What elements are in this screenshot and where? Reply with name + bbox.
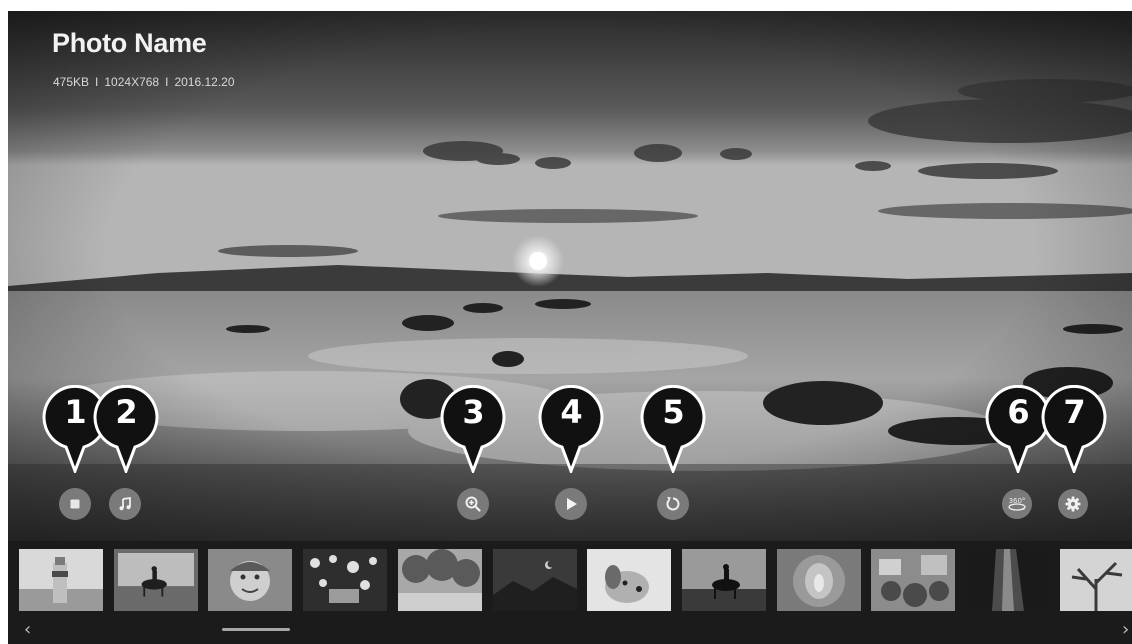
metadata-separator: I	[165, 75, 169, 89]
thumbnail-image	[1060, 549, 1132, 611]
thumbnail-image	[208, 549, 292, 611]
thumbnail-strip: ‹ ›	[8, 541, 1132, 644]
thumbnail-image	[303, 549, 387, 611]
thumbnail-dog[interactable]	[587, 549, 671, 611]
360-view-button[interactable]: 360°	[1002, 489, 1032, 519]
play-icon	[567, 498, 577, 510]
photo-image	[8, 11, 1132, 541]
thumbnail-horse-rider-dark[interactable]	[682, 549, 766, 611]
thumbnail-child-face[interactable]	[208, 549, 292, 611]
thumbnail-image	[587, 549, 671, 611]
thumbnail-trees[interactable]	[398, 549, 482, 611]
photo-display[interactable]	[8, 11, 1132, 541]
zoom-in-icon	[465, 496, 481, 512]
thumbnail-image	[493, 549, 577, 611]
photo-viewer: Photo Name 475KB I 1024X768 I 2016.12.20	[8, 11, 1132, 644]
metadata-separator: I	[95, 75, 99, 89]
thumbnail-image	[118, 553, 194, 607]
thumbnail-garden-houses[interactable]	[871, 549, 955, 611]
thumbnail-image	[682, 549, 766, 611]
photo-date: 2016.12.20	[174, 75, 235, 89]
thumbnail-tunnel-leaves[interactable]	[777, 549, 861, 611]
chevron-right-icon[interactable]: ›	[1122, 621, 1129, 639]
rotate-icon	[666, 497, 680, 511]
settings-button[interactable]	[1058, 489, 1088, 519]
thumbnail-image	[777, 549, 861, 611]
strip-scroll-indicator	[222, 628, 290, 631]
thumbnail-image	[398, 549, 482, 611]
slideshow-play-button[interactable]	[555, 488, 587, 520]
thumbnail-image	[966, 549, 1050, 611]
thumbnail-image	[871, 549, 955, 611]
photo-metadata: 475KB I 1024X768 I 2016.12.20	[53, 75, 235, 89]
thumbnail-horse-rider[interactable]	[114, 549, 198, 611]
thumbnail-flowers-wall[interactable]	[303, 549, 387, 611]
music-note-icon	[119, 496, 131, 511]
thumbnail-waterfall-dark[interactable]	[966, 549, 1050, 611]
background-music-button[interactable]	[109, 488, 141, 520]
photo-title: Photo Name	[52, 28, 207, 58]
photo-file-size: 475KB	[53, 75, 90, 89]
rotate-button[interactable]	[657, 488, 689, 520]
photo-resolution: 1024X768	[104, 75, 160, 89]
thumbnail-lighthouse[interactable]	[19, 549, 103, 611]
stop-icon	[70, 499, 80, 509]
thumbnail-image	[19, 549, 103, 611]
stop-button[interactable]	[59, 488, 91, 520]
thumbnail-tree-branches[interactable]	[1060, 549, 1132, 611]
chevron-left-icon[interactable]: ‹	[24, 621, 31, 639]
360-view-icon: 360°	[1008, 497, 1026, 511]
zoom-button[interactable]	[457, 488, 489, 520]
gear-icon	[1065, 496, 1081, 512]
thumbnail-moon-night[interactable]	[493, 549, 577, 611]
